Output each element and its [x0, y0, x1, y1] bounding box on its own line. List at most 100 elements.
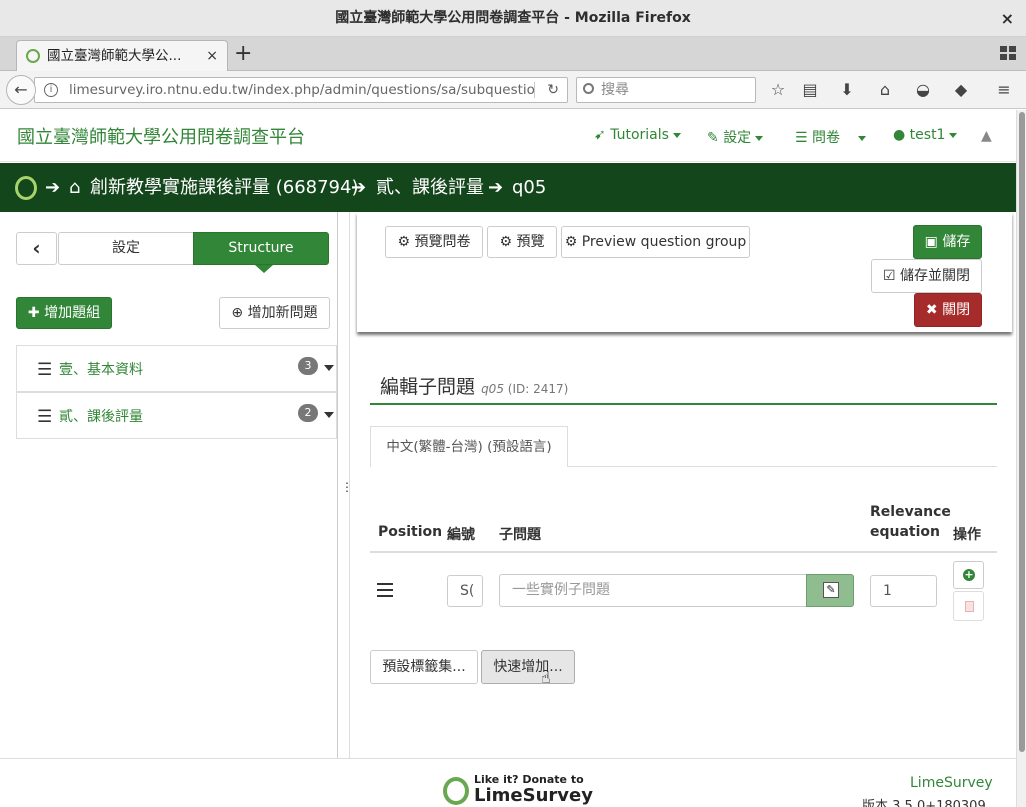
- label-sets-button[interactable]: 預設標籤集...: [370, 650, 478, 684]
- subquestion-placeholder: 一些實例子問題: [512, 582, 610, 598]
- save-and-close-label: 儲存並關閉: [900, 268, 970, 284]
- settings-menu[interactable]: ✎ 設定: [707, 127, 764, 147]
- reader-icon[interactable]: ▤: [800, 80, 820, 100]
- list-item[interactable]: ☰ 貳、課後評量 2: [16, 392, 337, 439]
- scrollbar-thumb[interactable]: [1019, 112, 1025, 752]
- pocket-icon[interactable]: ◒: [913, 80, 933, 100]
- add-question-button[interactable]: ⊕ 增加新問題: [219, 297, 330, 329]
- user-label: test1: [909, 127, 946, 143]
- footer-brand-link[interactable]: LimeSurvey: [910, 775, 993, 791]
- caret-down-icon[interactable]: [324, 412, 334, 418]
- close-button[interactable]: ✖ 關閉: [914, 293, 982, 327]
- preview-group-button[interactable]: ⚙ Preview question group: [561, 226, 750, 258]
- page-scrollbar[interactable]: [1016, 110, 1026, 807]
- column-header-code: 編號: [447, 527, 475, 543]
- back-button[interactable]: ←: [6, 75, 36, 105]
- breadcrumb-survey[interactable]: 創新教學實施課後評量 (668794): [90, 163, 358, 212]
- preview-button[interactable]: ⚙ 預覽: [487, 226, 557, 258]
- nav-bar: i limesurvey.iro.ntnu.edu.tw/index.php/a…: [0, 71, 1026, 109]
- edit-html-button[interactable]: ✎: [806, 574, 854, 607]
- surveys-label: 問卷: [812, 130, 841, 146]
- hand-cursor-icon: ☝: [541, 668, 551, 687]
- surveys-menu[interactable]: ☰ 問卷: [795, 127, 867, 147]
- save-label: 儲存: [942, 234, 971, 250]
- group-name[interactable]: 貳、課後評量: [59, 406, 143, 426]
- home-icon[interactable]: ⌂: [69, 163, 80, 212]
- tab-language-label: 中文(繁體-台灣) (預設語言): [386, 439, 552, 455]
- list-item[interactable]: ☰ 壹、基本資料 3: [16, 345, 337, 392]
- breadcrumb-group[interactable]: 貳、課後評量: [376, 163, 484, 212]
- caret-down-icon[interactable]: [324, 365, 334, 371]
- close-label: 關閉: [942, 302, 971, 318]
- back-arrow-icon: ←: [14, 80, 28, 99]
- column-header-relevance: Relevance: [870, 504, 951, 520]
- window-close-button[interactable]: ×: [1001, 0, 1014, 37]
- download-icon[interactable]: ⬇: [837, 80, 857, 100]
- bookmark-star-icon[interactable]: ☆: [768, 80, 788, 100]
- limesurvey-favicon-icon: [26, 49, 40, 63]
- window-title: 國立臺灣師範大學公用問卷調查平台 - Mozilla Firefox: [335, 10, 691, 26]
- sync-icon[interactable]: ◆: [951, 80, 971, 100]
- donate-brand: LimeSurvey: [474, 785, 593, 806]
- save-button[interactable]: ▣ 儲存: [913, 225, 982, 259]
- app-brand[interactable]: 國立臺灣師範大學公用問卷調查平台: [17, 123, 305, 149]
- add-group-label: 增加題組: [44, 305, 101, 321]
- tutorials-label: Tutorials: [610, 127, 669, 143]
- preview-label: 預覽: [516, 234, 545, 250]
- window-titlebar: 國立臺灣師範大學公用問卷調查平台 - Mozilla Firefox ×: [0, 0, 1026, 37]
- tab-close-icon[interactable]: ×: [206, 41, 218, 71]
- relevance-input[interactable]: 1: [870, 575, 937, 607]
- reload-icon[interactable]: ↻: [547, 78, 559, 102]
- label-sets-label: 預設標籤集...: [382, 659, 466, 675]
- plus-circle-icon: +: [963, 568, 975, 581]
- drag-handle-icon[interactable]: ☰: [37, 407, 52, 427]
- page-title: 編輯子問題 q05 (ID: 2417): [380, 372, 568, 399]
- question-id: (ID: 2417): [507, 382, 569, 396]
- add-group-button[interactable]: ✚ 增加題組: [16, 297, 112, 329]
- url-separator: [534, 82, 535, 98]
- column-header-position: Position: [378, 524, 443, 540]
- breadcrumb-arrow-icon: ➔: [45, 177, 61, 198]
- footer-version: 版本 3.5.0+180309: [862, 799, 986, 807]
- tab-structure[interactable]: Structure: [193, 232, 329, 265]
- code-input[interactable]: S(: [447, 575, 483, 607]
- save-and-close-button[interactable]: ☑ 儲存並關閉: [871, 259, 982, 293]
- subquestion-input[interactable]: 一些實例子問題: [499, 574, 807, 607]
- delete-row-button[interactable]: [953, 591, 984, 621]
- group-name[interactable]: 壹、基本資料: [59, 359, 143, 379]
- column-header-subquestion: 子問題: [499, 527, 541, 543]
- user-menu[interactable]: ● test1: [893, 127, 958, 143]
- sidebar-collapse-button[interactable]: ‹: [16, 232, 57, 265]
- new-tab-button[interactable]: +: [234, 41, 252, 67]
- quick-add-button[interactable]: 快速增加...: [481, 650, 575, 684]
- page-title-text: 編輯子問題: [380, 376, 476, 398]
- drag-handle-icon[interactable]: [377, 583, 393, 597]
- code-value: S(: [460, 583, 475, 599]
- search-input[interactable]: 搜尋: [576, 77, 756, 103]
- add-question-label: 增加新問題: [247, 305, 318, 321]
- tutorials-menu[interactable]: ➹ Tutorials: [594, 127, 681, 143]
- browser-tab[interactable]: 國立臺灣師範大學公... ×: [16, 40, 228, 71]
- breadcrumb-arrow-icon: ➔: [351, 177, 367, 198]
- home-icon[interactable]: ⌂: [875, 80, 895, 100]
- donate-logo[interactable]: Like it? Donate to LimeSurvey: [443, 773, 593, 807]
- question-count-badge: 2: [298, 404, 318, 422]
- resize-grip-icon[interactable]: ⋮: [341, 480, 353, 494]
- app-header: 國立臺灣師範大學公用問卷調查平台 ➹ Tutorials ✎ 設定 ☰ 問卷 ●…: [0, 110, 1016, 162]
- search-icon: [583, 83, 594, 94]
- drag-handle-icon[interactable]: ☰: [37, 360, 52, 380]
- preview-survey-label: 預覽問卷: [414, 234, 471, 250]
- quick-add-label: 快速增加...: [493, 659, 563, 675]
- limesurvey-logo-icon[interactable]: [15, 176, 37, 200]
- preview-survey-button[interactable]: ⚙ 預覽問卷: [385, 226, 483, 258]
- add-row-button[interactable]: +: [953, 561, 984, 589]
- tab-overview-icon[interactable]: [1000, 46, 1016, 60]
- tab-settings[interactable]: 設定: [58, 232, 194, 265]
- tab-language[interactable]: 中文(繁體-台灣) (預設語言): [370, 426, 568, 467]
- site-info-icon[interactable]: i: [44, 83, 58, 97]
- tab-line: [568, 466, 997, 467]
- url-bar[interactable]: i limesurvey.iro.ntnu.edu.tw/index.php/a…: [34, 77, 568, 103]
- notifications-bell-icon[interactable]: ▲: [981, 128, 992, 144]
- menu-icon[interactable]: ≡: [994, 80, 1014, 100]
- breadcrumb: ➔ ⌂ 創新教學實施課後評量 (668794) ➔ 貳、課後評量 ➔ q05: [0, 163, 1016, 212]
